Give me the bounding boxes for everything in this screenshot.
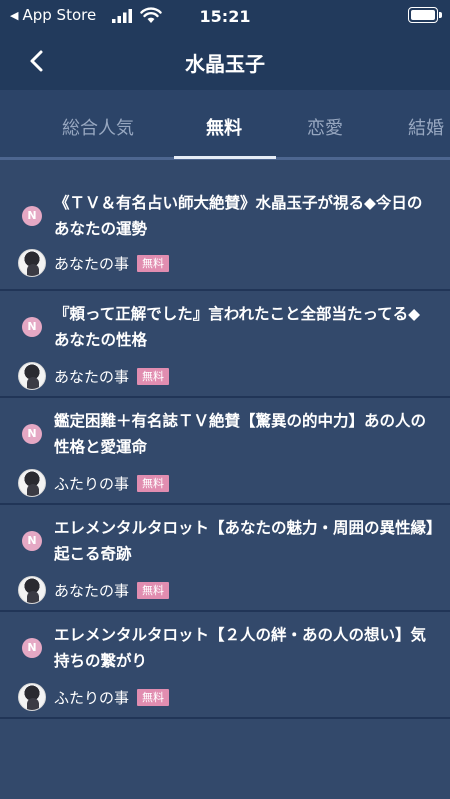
fortune-teller-avatar: [18, 469, 46, 497]
item-title: 鑑定困難＋有名誌ＴＶ絶賛【驚異の的中力】あの人の性格と愛運命: [54, 412, 427, 456]
item-meta: ふたりの事 無料: [18, 468, 170, 498]
new-badge-icon: N: [22, 317, 42, 337]
tab-free[interactable]: 無料: [206, 114, 242, 140]
list-item[interactable]: N エレメンタルタロット【２人の絆・あの人の想い】気持ちの繋がり ふたりの事 無…: [0, 612, 450, 719]
item-title: エレメンタルタロット【あなたの魅力・周囲の異性縁】起こる奇跡: [54, 519, 434, 563]
list-item[interactable]: N 『頼って正解でした』言われたこと全部当たってる◆あなたの性格 あなたの事 無…: [0, 291, 450, 398]
item-meta: ふたりの事 無料: [18, 682, 170, 712]
item-meta: あなたの事 無料: [18, 361, 170, 391]
free-tag: 無料: [137, 688, 170, 706]
item-meta: あなたの事 無料: [18, 248, 170, 278]
free-tag: 無料: [137, 254, 170, 272]
item-meta: あなたの事 無料: [18, 575, 170, 605]
tab-marriage[interactable]: 結婚: [408, 114, 444, 140]
item-category: あなたの事: [54, 367, 130, 386]
category-tab-bar: 総合人気 無料 恋愛 結婚: [0, 90, 450, 160]
free-tag: 無料: [137, 367, 170, 385]
new-badge-icon: N: [22, 531, 42, 551]
new-badge-icon: N: [22, 424, 42, 444]
tab-love[interactable]: 恋愛: [307, 114, 343, 140]
new-badge-icon: N: [22, 206, 42, 226]
battery-icon: [408, 7, 442, 23]
free-tag: 無料: [137, 474, 170, 492]
item-title: 《ＴＶ＆有名占い師大絶賛》水晶玉子が視る◆今日のあなたの運勢: [54, 194, 423, 238]
list-item[interactable]: N エレメンタルタロット【あなたの魅力・周囲の異性縁】起こる奇跡 あなたの事 無…: [0, 505, 450, 612]
item-category: ふたりの事: [54, 688, 130, 707]
status-bar: ◀ App Store 15:21: [0, 0, 450, 34]
item-title: エレメンタルタロット【２人の絆・あの人の想い】気持ちの繋がり: [54, 626, 427, 670]
item-category: ふたりの事: [54, 474, 130, 493]
item-category: あなたの事: [54, 254, 130, 273]
navigation-bar: 水晶玉子: [0, 34, 450, 90]
fortune-list: N 《ＴＶ＆有名占い師大絶賛》水晶玉子が視る◆今日のあなたの運勢 あなたの事 無…: [0, 180, 450, 719]
free-tag: 無料: [137, 581, 170, 599]
fortune-teller-avatar: [18, 683, 46, 711]
fortune-teller-avatar: [18, 576, 46, 604]
status-time: 15:21: [199, 7, 251, 26]
list-item[interactable]: N 《ＴＶ＆有名占い師大絶賛》水晶玉子が視る◆今日のあなたの運勢 あなたの事 無…: [0, 180, 450, 291]
item-category: あなたの事: [54, 581, 130, 600]
tab-overall-popular[interactable]: 総合人気: [62, 114, 134, 140]
item-title: 『頼って正解でした』言われたこと全部当たってる◆あなたの性格: [54, 305, 421, 349]
new-badge-icon: N: [22, 638, 42, 658]
list-item[interactable]: N 鑑定困難＋有名誌ＴＶ絶賛【驚異の的中力】あの人の性格と愛運命 ふたりの事 無…: [0, 398, 450, 505]
active-tab-indicator: [174, 156, 276, 159]
fortune-teller-avatar: [18, 249, 46, 277]
fortune-teller-avatar: [18, 362, 46, 390]
page-title: 水晶玉子: [185, 52, 265, 76]
